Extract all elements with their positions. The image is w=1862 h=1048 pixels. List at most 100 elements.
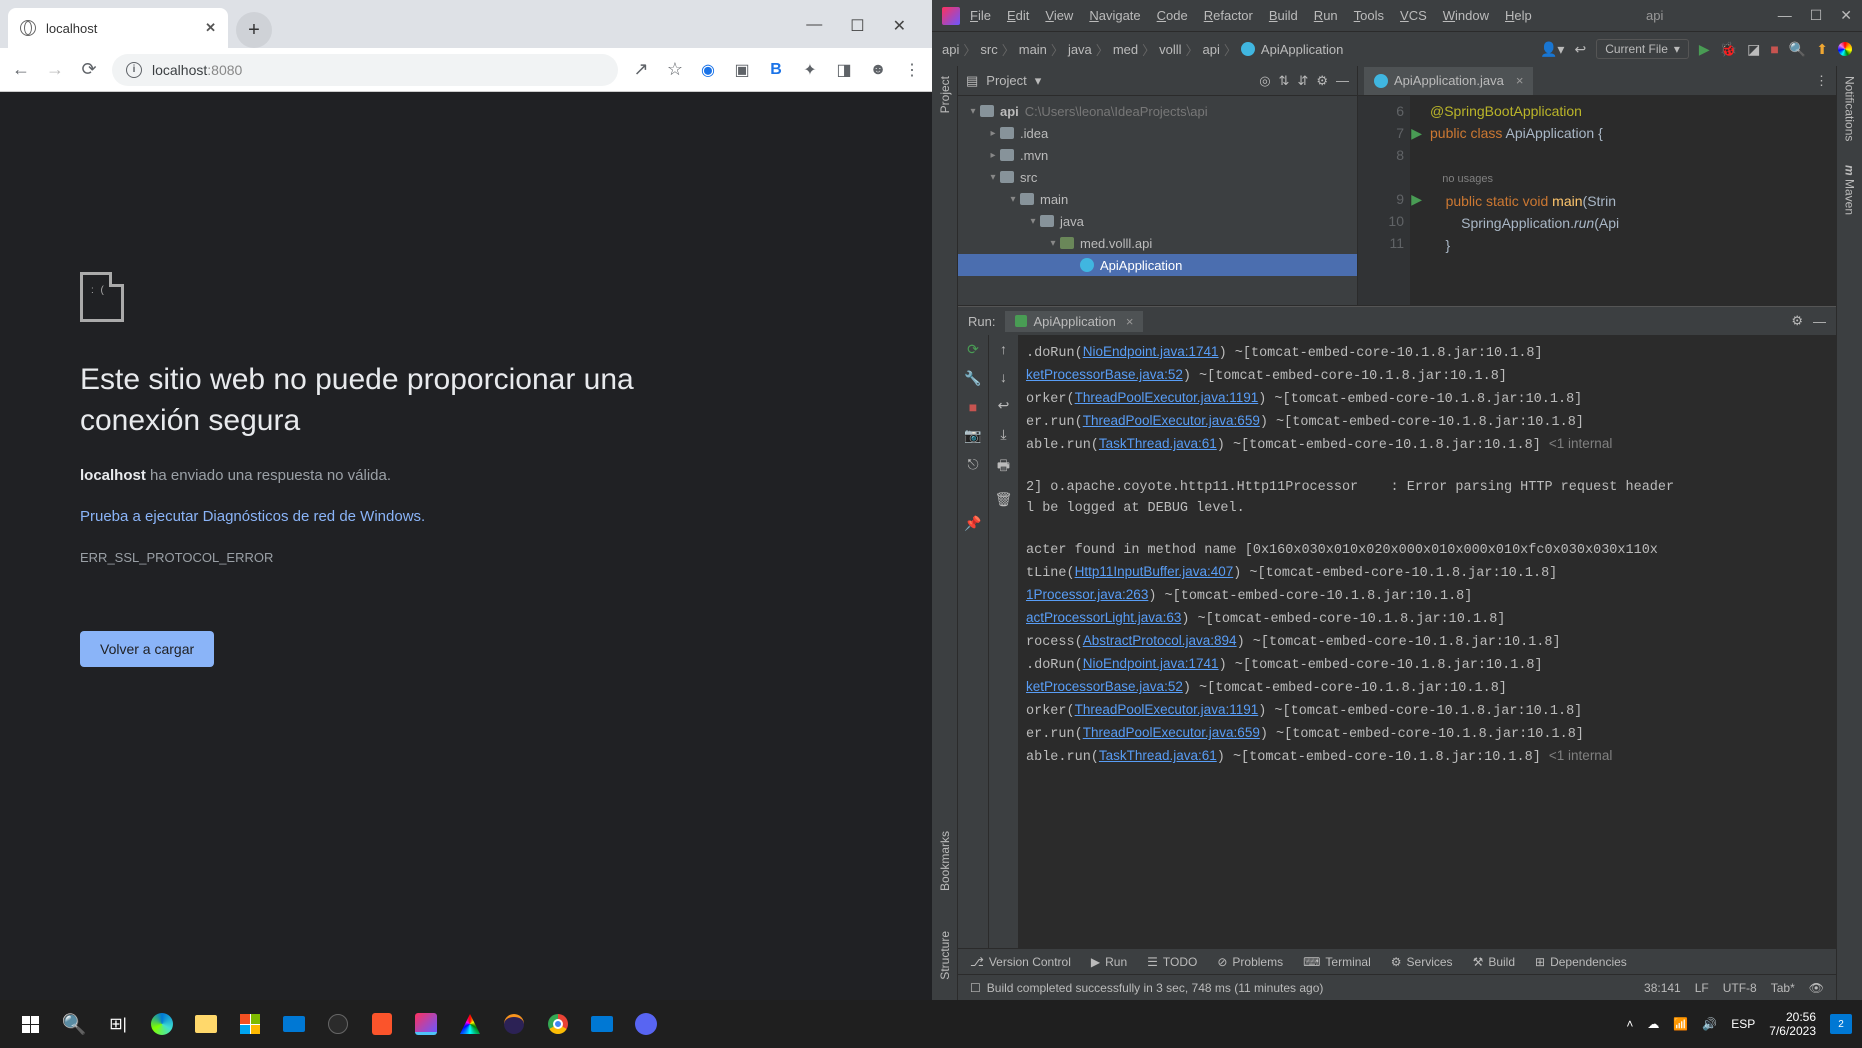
- tree-root[interactable]: ▾apiC:\Users\leona\IdeaProjects\api: [958, 100, 1357, 122]
- bottom-tab-todo[interactable]: ☰TODO: [1147, 955, 1197, 969]
- print-icon[interactable]: 🖶: [997, 455, 1010, 479]
- breadcrumb-item[interactable]: api: [1203, 42, 1220, 57]
- breadcrumb-item[interactable]: main: [1019, 42, 1047, 57]
- run-config-dropdown[interactable]: Current File▾: [1596, 39, 1689, 59]
- project-label[interactable]: Project: [986, 73, 1026, 88]
- status-caret-pos[interactable]: 38:141: [1644, 981, 1681, 995]
- breadcrumb-item[interactable]: ApiApplication: [1261, 42, 1343, 57]
- close-window-icon[interactable]: ✕: [1840, 7, 1852, 24]
- bottom-tab-version-control[interactable]: ⎇Version Control: [970, 955, 1071, 969]
- bottom-tab-problems[interactable]: ⊘Problems: [1217, 955, 1283, 969]
- profile-icon[interactable]: ☻: [868, 61, 888, 79]
- rerun-icon[interactable]: ⟳: [967, 341, 979, 358]
- maximize-icon[interactable]: ☐: [850, 16, 864, 36]
- stop-icon[interactable]: ■: [969, 399, 977, 415]
- coverage-icon[interactable]: ◪: [1747, 41, 1760, 58]
- scroll-icon[interactable]: ⤓: [1000, 426, 1006, 443]
- taskbar-yandex-icon[interactable]: [318, 1004, 358, 1044]
- target-icon[interactable]: ◎: [1259, 73, 1270, 89]
- dropdown-icon[interactable]: ▾: [1035, 73, 1042, 89]
- tray-language[interactable]: ESP: [1731, 1017, 1755, 1031]
- status-indent[interactable]: Tab*: [1771, 981, 1795, 995]
- close-icon[interactable]: ×: [1126, 314, 1134, 329]
- debug-icon[interactable]: 🐞: [1720, 41, 1737, 58]
- extension-icon[interactable]: ▣: [732, 60, 752, 80]
- tray-volume-icon[interactable]: 🔊: [1702, 1017, 1717, 1031]
- bottom-tab-terminal[interactable]: ⌨Terminal: [1303, 955, 1371, 969]
- tray-wifi-icon[interactable]: 📶: [1673, 1017, 1688, 1031]
- diagnostics-link[interactable]: Prueba a ejecutar Diagnósticos de red de…: [80, 508, 425, 525]
- project-tree[interactable]: ▾apiC:\Users\leona\IdeaProjects\api▸.ide…: [958, 96, 1357, 305]
- menu-tools[interactable]: Tools: [1354, 8, 1384, 23]
- editor-menu-icon[interactable]: ⋮: [1815, 73, 1828, 89]
- tray-chevron-icon[interactable]: ˄: [1626, 1017, 1633, 1031]
- tool-tab-structure[interactable]: Structure: [938, 931, 952, 980]
- extensions-puzzle-icon[interactable]: ✦: [800, 60, 820, 80]
- bottom-tab-dependencies[interactable]: ⊞Dependencies: [1535, 955, 1627, 969]
- maximize-icon[interactable]: ☐: [1810, 7, 1823, 24]
- menu-run[interactable]: Run: [1314, 8, 1338, 23]
- share-icon[interactable]: ↗: [630, 59, 652, 80]
- trash-icon[interactable]: 🗑: [995, 491, 1013, 508]
- breadcrumb-item[interactable]: med: [1113, 42, 1138, 57]
- project-view-icon[interactable]: ▤: [966, 73, 978, 89]
- reload-icon[interactable]: ⟳: [78, 59, 100, 80]
- user-icon[interactable]: 👤▾: [1540, 41, 1564, 58]
- up-icon[interactable]: ↑: [1000, 341, 1007, 357]
- collapse-icon[interactable]: ⇵: [1297, 73, 1308, 89]
- site-info-icon[interactable]: i: [126, 62, 142, 78]
- hide-icon[interactable]: —: [1813, 314, 1826, 329]
- taskbar-brave-icon[interactable]: [362, 1004, 402, 1044]
- tree-item[interactable]: ApiApplication: [958, 254, 1357, 276]
- bottom-tab-services[interactable]: ⚙Services: [1391, 955, 1453, 969]
- chrome-new-tab-button[interactable]: +: [236, 12, 272, 48]
- tree-item[interactable]: ▾src: [958, 166, 1357, 188]
- taskbar-chrome-icon[interactable]: [538, 1004, 578, 1044]
- ide-update-icon[interactable]: ⬆: [1816, 41, 1828, 58]
- status-encoding[interactable]: UTF-8: [1723, 981, 1757, 995]
- status-line-sep[interactable]: LF: [1695, 981, 1709, 995]
- chrome-menu-icon[interactable]: ⋮: [902, 60, 922, 80]
- close-window-icon[interactable]: ✕: [893, 16, 906, 36]
- tool-tab-maven[interactable]: m Maven: [1843, 165, 1857, 215]
- taskbar-search-icon[interactable]: 🔍: [54, 1004, 94, 1044]
- chrome-omnibox[interactable]: i localhost:8080: [112, 54, 618, 86]
- minimize-icon[interactable]: —: [1778, 7, 1792, 24]
- console-output[interactable]: .doRun(NioEndpoint.java:1741) ~[tomcat-e…: [1018, 335, 1836, 948]
- menu-view[interactable]: View: [1045, 8, 1073, 23]
- search-icon[interactable]: 🔍: [1789, 41, 1806, 58]
- close-icon[interactable]: ×: [1516, 73, 1524, 88]
- taskbar-edge-icon[interactable]: [142, 1004, 182, 1044]
- pin-icon[interactable]: 📌: [964, 515, 981, 532]
- wrench-icon[interactable]: 🔧: [964, 370, 981, 387]
- menu-help[interactable]: Help: [1505, 8, 1532, 23]
- breadcrumb-item[interactable]: src: [980, 42, 997, 57]
- bottom-tab-run[interactable]: ▶Run: [1091, 955, 1127, 969]
- run-tab-active[interactable]: ApiApplication ×: [1005, 311, 1143, 332]
- minimize-icon[interactable]: —: [806, 16, 822, 36]
- camera-icon[interactable]: 📷: [964, 427, 981, 444]
- reader-mode-icon[interactable]: 👁: [1809, 981, 1824, 995]
- run-icon[interactable]: ▶: [1699, 41, 1710, 58]
- menu-vcs[interactable]: VCS: [1400, 8, 1427, 23]
- taskbar-eclipse-icon[interactable]: [494, 1004, 534, 1044]
- code-editor[interactable]: 6▶78 ▶91011 @SpringBootApplication publi…: [1358, 96, 1836, 305]
- wrap-icon[interactable]: ↩: [998, 397, 1010, 414]
- menu-window[interactable]: Window: [1443, 8, 1489, 23]
- taskbar-app-icon[interactable]: [582, 1004, 622, 1044]
- expand-icon[interactable]: ⇅: [1279, 73, 1290, 89]
- extension-icon[interactable]: ◨: [834, 60, 854, 80]
- task-view-icon[interactable]: ⊞|: [98, 1004, 138, 1044]
- down-icon[interactable]: ↓: [1000, 369, 1007, 385]
- tree-item[interactable]: ▸.mvn: [958, 144, 1357, 166]
- tree-item[interactable]: ▾med.volll.api: [958, 232, 1357, 254]
- bookmark-icon[interactable]: ☆: [664, 59, 686, 80]
- reload-button[interactable]: Volver a cargar: [80, 631, 214, 667]
- menu-code[interactable]: Code: [1157, 8, 1188, 23]
- stop-icon[interactable]: ■: [1770, 41, 1778, 57]
- start-button[interactable]: [10, 1004, 50, 1044]
- taskbar-intellij-icon[interactable]: [406, 1004, 446, 1044]
- tree-item[interactable]: ▾main: [958, 188, 1357, 210]
- tree-item[interactable]: ▾java: [958, 210, 1357, 232]
- taskbar-explorer-icon[interactable]: [186, 1004, 226, 1044]
